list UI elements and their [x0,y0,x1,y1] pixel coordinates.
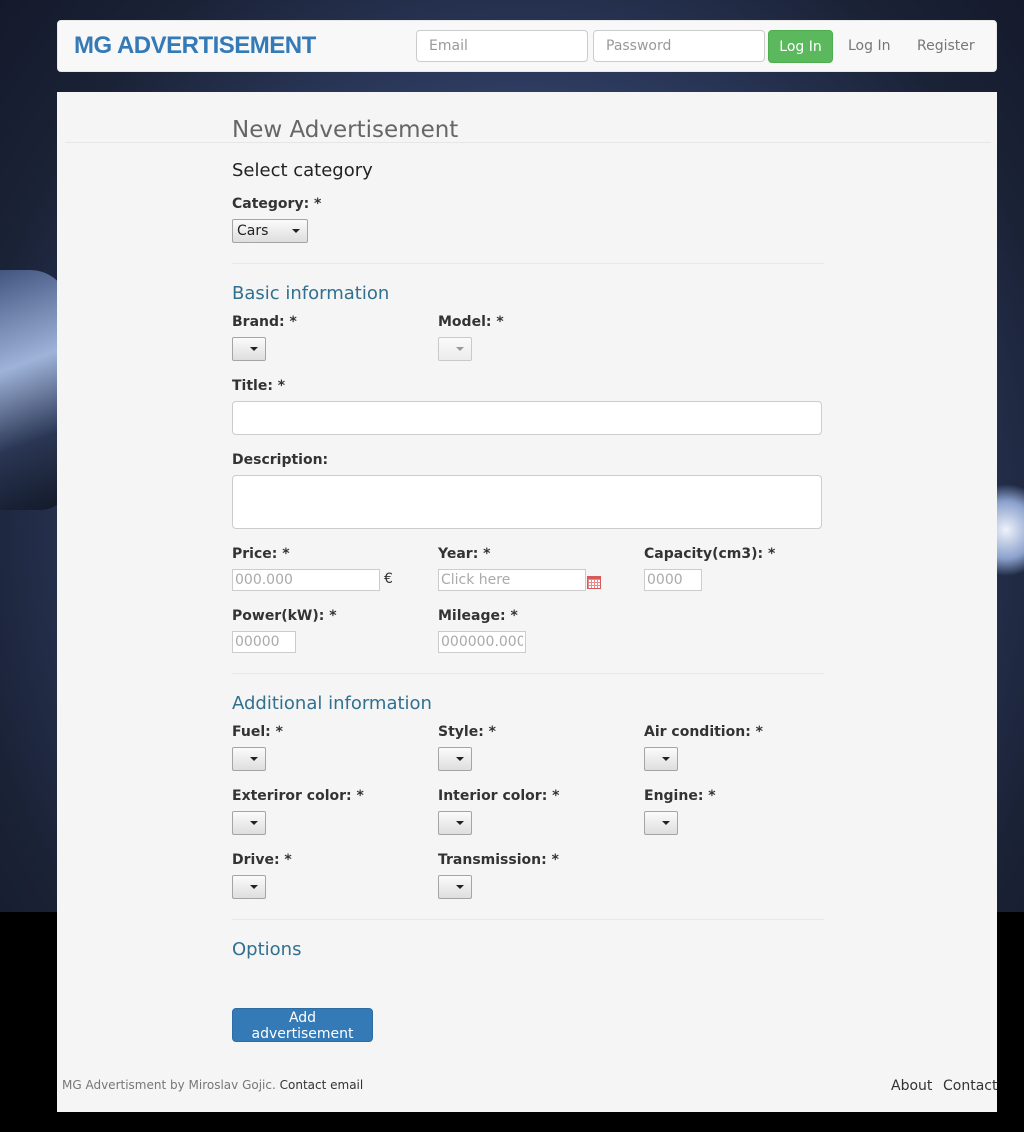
engine-label: Engine: * [644,788,716,804]
price-input[interactable] [232,569,380,591]
transmission-select[interactable] [438,875,472,899]
contact-email-link[interactable]: Contact email [280,1078,364,1092]
air-condition-label: Air condition: * [644,724,763,740]
chevron-down-icon [456,821,464,825]
fuel-select[interactable] [232,747,266,771]
capacity-input[interactable] [644,569,702,591]
interior-color-label: Interior color: * [438,788,560,804]
header-divider [65,142,991,143]
model-select[interactable] [438,337,472,361]
chevron-down-icon [250,347,258,351]
description-textarea[interactable] [232,475,822,529]
additional-info-heading: Additional information [232,693,432,714]
chevron-down-icon [292,229,300,233]
login-button[interactable]: Log In [768,30,833,63]
footer-credit-text: MG Advertisment by Miroslav Gojic. [62,1078,276,1092]
password-input[interactable] [593,30,765,62]
category-select[interactable]: Cars [232,219,308,243]
chevron-down-icon [456,757,464,761]
title-label: Title: * [232,378,286,394]
transmission-label: Transmission: * [438,852,559,868]
mileage-label: Mileage: * [438,608,518,624]
basic-info-heading: Basic information [232,283,390,304]
section-divider [232,263,824,264]
brand-select[interactable] [232,337,266,361]
style-select[interactable] [438,747,472,771]
chevron-down-icon [456,885,464,889]
page-title: New Advertisement [232,117,459,143]
select-category-heading: Select category [232,160,373,181]
power-label: Power(kW): * [232,608,337,624]
exterior-color-label: Exteriror color: * [232,788,364,804]
email-input[interactable] [416,30,588,62]
nav-register-link[interactable]: Register [917,38,975,54]
fuel-label: Fuel: * [232,724,283,740]
category-select-value: Cars [237,223,269,239]
brand-label: Brand: * [232,314,297,330]
footer-about-link[interactable]: About [891,1078,932,1094]
main-panel: New Advertisement Select category Catego… [57,92,997,1112]
add-advertisement-button[interactable]: Add advertisement [232,1008,373,1042]
drive-label: Drive: * [232,852,292,868]
currency-symbol: € [384,571,393,587]
title-input[interactable] [232,401,822,435]
interior-color-select[interactable] [438,811,472,835]
description-label: Description: [232,452,329,468]
footer-credit: MG Advertisment by Miroslav Gojic. Conta… [62,1078,363,1092]
style-label: Style: * [438,724,496,740]
chevron-down-icon [662,757,670,761]
background-light-shape [994,480,1024,580]
price-label: Price: * [232,546,290,562]
section-divider [232,673,824,674]
mileage-input[interactable] [438,631,526,653]
chevron-down-icon [456,347,464,351]
navbar: MG ADVERTISEMENT Log In Log In Register [57,20,997,72]
options-heading: Options [232,939,302,960]
model-label: Model: * [438,314,504,330]
engine-select[interactable] [644,811,678,835]
chevron-down-icon [250,757,258,761]
footer-contact-link[interactable]: Contact [943,1078,997,1094]
year-label: Year: * [438,546,491,562]
brand-logo[interactable]: MG ADVERTISEMENT [74,32,316,60]
section-divider [232,919,824,920]
chevron-down-icon [250,885,258,889]
capacity-label: Capacity(cm3): * [644,546,776,562]
chevron-down-icon [250,821,258,825]
exterior-color-select[interactable] [232,811,266,835]
category-label: Category: * [232,196,322,212]
nav-login-link[interactable]: Log In [848,38,890,54]
drive-select[interactable] [232,875,266,899]
air-condition-select[interactable] [644,747,678,771]
chevron-down-icon [662,821,670,825]
power-input[interactable] [232,631,296,653]
calendar-icon[interactable] [587,576,601,589]
year-input[interactable] [438,569,586,591]
